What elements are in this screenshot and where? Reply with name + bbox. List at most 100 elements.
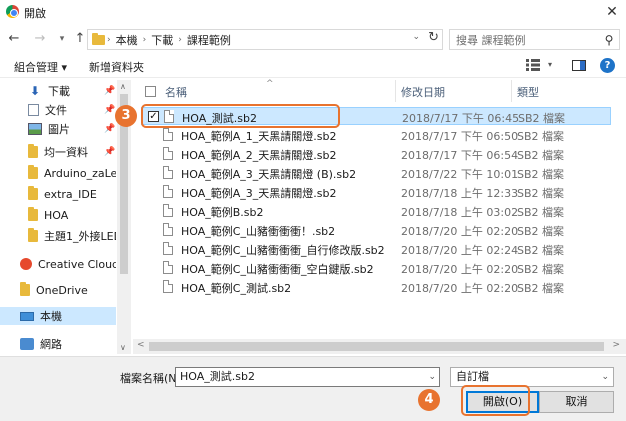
file-type: SB2 檔案 xyxy=(517,168,565,181)
file-row[interactable]: HOA_範例C_山豬衝衝衝_自行修改版.sb2 2018/7/20 上午 02:… xyxy=(141,240,611,258)
view-options-icon[interactable] xyxy=(526,59,540,71)
sidebar-item-arduino[interactable]: Arduino_zaLearn xyxy=(0,164,116,182)
file-type: SB2 檔案 xyxy=(518,112,566,125)
sidebar-item-label: 圖片 xyxy=(48,123,70,136)
file-row[interactable]: HOA_範例C_山豬衝衝衝_空白鍵版.sb2 2018/7/20 上午 02:2… xyxy=(141,259,611,277)
file-icon xyxy=(163,128,173,141)
file-row[interactable]: HOA_範例A_3_天黑請關燈 (B).sb2 2018/7/22 下午 10:… xyxy=(141,164,611,182)
file-type: SB2 檔案 xyxy=(517,263,565,276)
help-icon[interactable]: ? xyxy=(600,58,615,73)
column-type[interactable]: 類型 xyxy=(517,84,539,100)
callout-badge-step4: 4 xyxy=(418,389,440,411)
file-type: SB2 檔案 xyxy=(517,187,565,200)
file-type: SB2 檔案 xyxy=(517,244,565,257)
file-row[interactable]: HOA_範例C_測試.sb2 2018/7/20 上午 02:20 SB2 檔案 xyxy=(141,278,611,296)
pin-icon: 📌 xyxy=(104,124,116,134)
sidebar-item-junyi[interactable]: 均一資料 📌 xyxy=(0,143,116,161)
sidebar-item-onedrive[interactable]: OneDrive xyxy=(0,281,116,299)
file-date: 2018/7/17 下午 06:54 xyxy=(401,149,519,162)
scroll-right-icon[interactable]: > xyxy=(612,340,620,350)
column-header: ^ 名稱 修改日期 類型 xyxy=(133,79,626,102)
breadcrumb-separator: › xyxy=(178,34,182,45)
breadcrumb-downloads[interactable]: 下載 xyxy=(148,32,176,48)
horizontal-scrollbar[interactable]: < > xyxy=(133,339,626,354)
sidebar-item-label: Creative Cloud Fi xyxy=(38,257,116,271)
search-input[interactable]: 搜尋 課程範例 xyxy=(450,32,599,48)
close-button[interactable]: ✕ xyxy=(602,2,622,22)
window-title: 開啟 xyxy=(24,7,46,20)
sidebar-item-label: 下載 xyxy=(48,85,70,98)
scroll-left-icon[interactable]: < xyxy=(137,340,145,350)
search-box[interactable]: 搜尋 課程範例 ⚲ xyxy=(449,29,620,50)
sidebar-item-topic1[interactable]: 主題1_外接LED燈 xyxy=(0,227,116,245)
forward-button[interactable]: → xyxy=(32,30,48,48)
file-date: 2018/7/18 上午 03:02 xyxy=(401,206,519,219)
select-all-checkbox[interactable] xyxy=(145,86,156,97)
scroll-up-icon[interactable]: ∧ xyxy=(120,82,126,91)
pin-icon: 📌 xyxy=(104,147,116,157)
sidebar-item-label: OneDrive xyxy=(36,283,88,297)
cancel-button[interactable]: 取消 xyxy=(539,391,614,413)
file-row[interactable]: HOA_範例A_1_天黑請關燈.sb2 2018/7/17 下午 06:50 S… xyxy=(141,126,611,144)
file-date: 2018/7/20 上午 02:20 xyxy=(401,282,519,295)
column-date-modified[interactable]: 修改日期 xyxy=(401,84,445,100)
sidebar-item-creative-cloud[interactable]: Creative Cloud Fi xyxy=(0,255,116,273)
file-icon xyxy=(163,242,173,255)
sidebar-item-pictures[interactable]: 圖片 📌 xyxy=(0,120,116,138)
chevron-down-icon[interactable]: ⌄ xyxy=(601,368,609,386)
refresh-button[interactable]: ↻ xyxy=(428,30,439,45)
folder-icon xyxy=(28,186,38,200)
folder-icon xyxy=(28,228,38,242)
sidebar-item-label: 文件 xyxy=(45,104,67,117)
file-date: 2018/7/20 上午 02:20 xyxy=(401,225,519,238)
new-folder-button[interactable]: 新增資料夾 xyxy=(89,59,144,75)
scrollbar-thumb[interactable] xyxy=(149,342,604,351)
file-icon xyxy=(163,147,173,160)
address-bar[interactable]: › 本機 › 下載 › 課程範例 ⌄ ↻ xyxy=(87,29,443,50)
scroll-down-icon[interactable]: ∨ xyxy=(120,343,126,352)
picture-icon xyxy=(28,123,42,135)
file-date: 2018/7/18 上午 12:33 xyxy=(401,187,519,200)
column-divider[interactable] xyxy=(395,80,396,102)
sidebar-item-label: 本機 xyxy=(40,310,62,323)
pin-icon: 📌 xyxy=(104,86,116,96)
network-icon xyxy=(20,338,34,350)
search-icon[interactable]: ⚲ xyxy=(599,33,619,47)
recent-locations-button[interactable]: ▾ xyxy=(54,30,70,48)
file-row[interactable]: HOA_範例A_3_天黑請關燈.sb2 2018/7/18 上午 12:33 S… xyxy=(141,183,611,201)
filetype-select[interactable]: 自訂檔 ⌄ xyxy=(450,367,614,387)
file-date: 2018/7/20 上午 02:20 xyxy=(401,263,519,276)
sort-ascending-icon: ^ xyxy=(266,79,274,89)
file-name: HOA_範例C_山豬衝衝衝！.sb2 xyxy=(181,225,336,238)
up-button[interactable]: ↑ xyxy=(72,30,88,48)
file-name: HOA_範例C_山豬衝衝衝_自行修改版.sb2 xyxy=(181,244,385,257)
file-name: HOA_範例A_2_天黑請關燈.sb2 xyxy=(181,149,337,162)
file-row[interactable]: HOA_範例A_2_天黑請關燈.sb2 2018/7/17 下午 06:54 S… xyxy=(141,145,611,163)
preview-pane-icon[interactable] xyxy=(572,60,586,71)
view-dropdown-icon[interactable]: ▾ xyxy=(548,60,552,69)
filename-input[interactable]: HOA_測試.sb2 ⌄ xyxy=(175,367,440,387)
organize-menu-button[interactable]: 組合管理 ▾ xyxy=(14,59,67,75)
back-button[interactable]: ← xyxy=(6,30,22,48)
download-icon: ⬇ xyxy=(29,84,41,98)
filetype-value: 自訂檔 xyxy=(456,370,489,383)
sidebar-item-extra-ide[interactable]: extra_IDE xyxy=(0,185,116,203)
callout-highlight-step3 xyxy=(141,104,340,128)
sidebar-item-downloads[interactable]: ⬇ 下載 📌 xyxy=(0,82,116,100)
chevron-down-icon[interactable]: ⌄ xyxy=(412,32,420,42)
file-row[interactable]: HOA_範例B.sb2 2018/7/18 上午 03:02 SB2 檔案 xyxy=(141,202,611,220)
chrome-icon xyxy=(6,5,19,18)
column-name[interactable]: 名稱 xyxy=(165,84,187,100)
chevron-down-icon[interactable]: ⌄ xyxy=(428,368,436,386)
column-divider[interactable] xyxy=(511,80,512,102)
dialog-footer: 檔案名稱(N): HOA_測試.sb2 ⌄ 自訂檔 ⌄ 開啟(O) 取消 xyxy=(0,356,626,421)
sidebar-item-hoa[interactable]: HOA xyxy=(0,206,116,224)
file-row[interactable]: HOA_範例C_山豬衝衝衝！.sb2 2018/7/20 上午 02:20 SB… xyxy=(141,221,611,239)
file-icon xyxy=(163,223,173,236)
breadcrumb-this-pc[interactable]: 本機 xyxy=(113,32,141,48)
breadcrumb-course-examples[interactable]: 課程範例 xyxy=(184,32,234,48)
sidebar-item-this-pc[interactable]: 本機 xyxy=(0,307,116,325)
file-name: HOA_範例B.sb2 xyxy=(181,206,264,219)
sidebar-item-network[interactable]: 網路 xyxy=(0,335,116,353)
sidebar-item-documents[interactable]: 文件 📌 xyxy=(0,101,116,119)
